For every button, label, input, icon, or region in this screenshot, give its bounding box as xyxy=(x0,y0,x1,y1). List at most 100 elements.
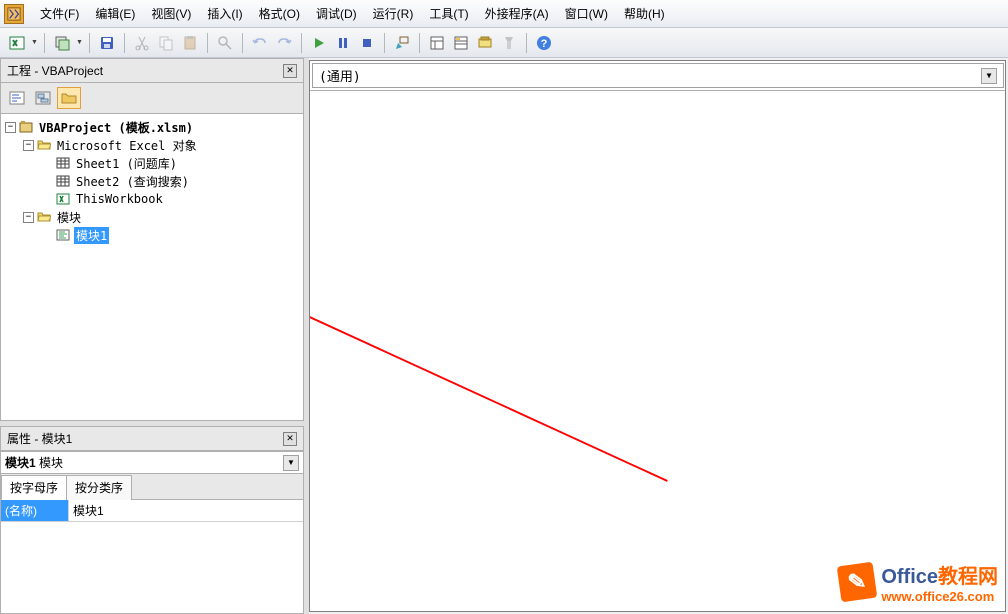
main-area: 工程 - VBAProject ✕ − VBAProject (模板.xlsm)… xyxy=(0,58,1008,614)
property-row[interactable]: (名称) 模块1 xyxy=(1,500,303,522)
module-icon xyxy=(55,228,71,242)
separator xyxy=(242,33,243,53)
tree-collapse-icon[interactable]: − xyxy=(23,140,34,151)
watermark: ✎ Office教程网 www.office26.com xyxy=(839,560,998,604)
tree-label: Microsoft Excel 对象 xyxy=(55,137,199,154)
object-dropdown[interactable]: 模块1 模块 ▼ xyxy=(0,451,304,474)
folder-open-icon xyxy=(36,138,52,152)
insert-icon[interactable] xyxy=(51,32,73,54)
left-panel: 工程 - VBAProject ✕ − VBAProject (模板.xlsm)… xyxy=(0,58,304,614)
menu-help[interactable]: 帮助(H) xyxy=(616,1,673,26)
toolbox-icon[interactable] xyxy=(498,32,520,54)
separator xyxy=(419,33,420,53)
cut-icon[interactable] xyxy=(131,32,153,54)
close-icon[interactable]: ✕ xyxy=(283,64,297,78)
properties-icon[interactable] xyxy=(450,32,472,54)
separator xyxy=(44,33,45,53)
save-icon[interactable] xyxy=(96,32,118,54)
paste-icon[interactable] xyxy=(179,32,201,54)
tree-label: ThisWorkbook xyxy=(74,192,165,206)
dropdown-arrow-icon[interactable]: ▼ xyxy=(283,455,299,471)
code-header: (通用) ▼ xyxy=(310,61,1005,91)
properties-panel-title: 属性 - 模块1 ✕ xyxy=(0,426,304,451)
redo-icon[interactable] xyxy=(273,32,295,54)
view-object-icon[interactable] xyxy=(31,87,55,109)
tree-label: Sheet1 (问题库) xyxy=(74,155,179,172)
menu-tools[interactable]: 工具(T) xyxy=(421,1,476,26)
tree-label: 模块 xyxy=(55,209,83,226)
menu-view[interactable]: 视图(V) xyxy=(143,1,199,26)
tree-folder[interactable]: − 模块 xyxy=(1,208,303,226)
properties-title-text: 属性 - 模块1 xyxy=(7,430,72,447)
tree-label: VBAProject (模板.xlsm) xyxy=(37,119,195,136)
pause-icon[interactable] xyxy=(332,32,354,54)
arrow-annotation xyxy=(310,91,1005,611)
stop-icon[interactable] xyxy=(356,32,378,54)
tree-collapse-icon[interactable]: − xyxy=(5,122,16,133)
project-panel-title-text: 工程 - VBAProject xyxy=(7,62,103,79)
watermark-url: www.office26.com xyxy=(881,589,998,604)
folder-open-icon xyxy=(36,210,52,224)
object-selector[interactable]: (通用) ▼ xyxy=(312,63,1004,88)
help-icon[interactable]: ? xyxy=(533,32,555,54)
code-editor[interactable] xyxy=(310,91,1005,611)
dropdown-arrow-icon[interactable]: ▼ xyxy=(76,39,83,46)
tab-categorized[interactable]: 按分类序 xyxy=(66,475,132,500)
tab-alphabetic[interactable]: 按字母序 xyxy=(1,475,67,500)
run-icon[interactable] xyxy=(308,32,330,54)
project-tree[interactable]: − VBAProject (模板.xlsm) − Microsoft Excel… xyxy=(0,113,304,421)
properties-panel: 属性 - 模块1 ✕ 模块1 模块 ▼ 按字母序 按分类序 (名称) 模块1 xyxy=(0,426,304,614)
sheet-icon xyxy=(55,174,71,188)
tree-folder[interactable]: − Microsoft Excel 对象 xyxy=(1,136,303,154)
workbook-icon xyxy=(55,192,71,206)
menu-run[interactable]: 运行(R) xyxy=(365,1,422,26)
menu-edit[interactable]: 编辑(E) xyxy=(87,1,143,26)
tree-item[interactable]: Sheet2 (查询搜索) xyxy=(1,172,303,190)
separator xyxy=(89,33,90,53)
watermark-icon: ✎ xyxy=(837,562,878,603)
separator xyxy=(301,33,302,53)
separator xyxy=(207,33,208,53)
watermark-brand: Office教程网 xyxy=(881,560,998,589)
properties-grid[interactable]: (名称) 模块1 xyxy=(0,499,304,614)
sheet-icon xyxy=(55,156,71,170)
svg-text:?: ? xyxy=(541,38,548,50)
toolbar: ▼ ▼ ? xyxy=(0,28,1008,58)
tree-item[interactable]: Sheet1 (问题库) xyxy=(1,154,303,172)
property-value[interactable]: 模块1 xyxy=(69,500,303,522)
menu-insert[interactable]: 插入(I) xyxy=(199,1,250,26)
menubar: 文件(F) 编辑(E) 视图(V) 插入(I) 格式(O) 调试(D) 运行(R… xyxy=(0,0,1008,28)
property-tabs: 按字母序 按分类序 xyxy=(0,474,304,499)
tree-item[interactable]: ThisWorkbook xyxy=(1,190,303,208)
separator xyxy=(124,33,125,53)
dropdown-arrow-icon[interactable]: ▼ xyxy=(31,39,38,46)
tree-collapse-icon[interactable]: − xyxy=(23,212,34,223)
separator xyxy=(384,33,385,53)
code-panel: (通用) ▼ xyxy=(309,60,1006,612)
menu-file[interactable]: 文件(F) xyxy=(32,1,87,26)
tree-label-selected: 模块1 xyxy=(74,227,109,244)
separator xyxy=(526,33,527,53)
menu-debug[interactable]: 调试(D) xyxy=(308,1,365,26)
copy-icon[interactable] xyxy=(155,32,177,54)
find-icon[interactable] xyxy=(214,32,236,54)
menu-window[interactable]: 窗口(W) xyxy=(557,1,616,26)
tree-item[interactable]: 模块1 xyxy=(1,226,303,244)
app-icon xyxy=(4,4,24,24)
project-panel-toolbar xyxy=(0,83,304,113)
menu-format[interactable]: 格式(O) xyxy=(251,1,308,26)
view-code-icon[interactable] xyxy=(5,87,29,109)
vbaproject-icon xyxy=(18,120,34,134)
tree-label: Sheet2 (查询搜索) xyxy=(74,173,191,190)
undo-icon[interactable] xyxy=(249,32,271,54)
project-explorer-icon[interactable] xyxy=(426,32,448,54)
design-mode-icon[interactable] xyxy=(391,32,413,54)
close-icon[interactable]: ✕ xyxy=(283,432,297,446)
property-name: (名称) xyxy=(1,500,69,522)
excel-icon[interactable] xyxy=(6,32,28,54)
folder-view-icon[interactable] xyxy=(57,87,81,109)
dropdown-arrow-icon[interactable]: ▼ xyxy=(981,68,997,84)
tree-root[interactable]: − VBAProject (模板.xlsm) xyxy=(1,118,303,136)
object-browser-icon[interactable] xyxy=(474,32,496,54)
menu-addins[interactable]: 外接程序(A) xyxy=(477,1,557,26)
